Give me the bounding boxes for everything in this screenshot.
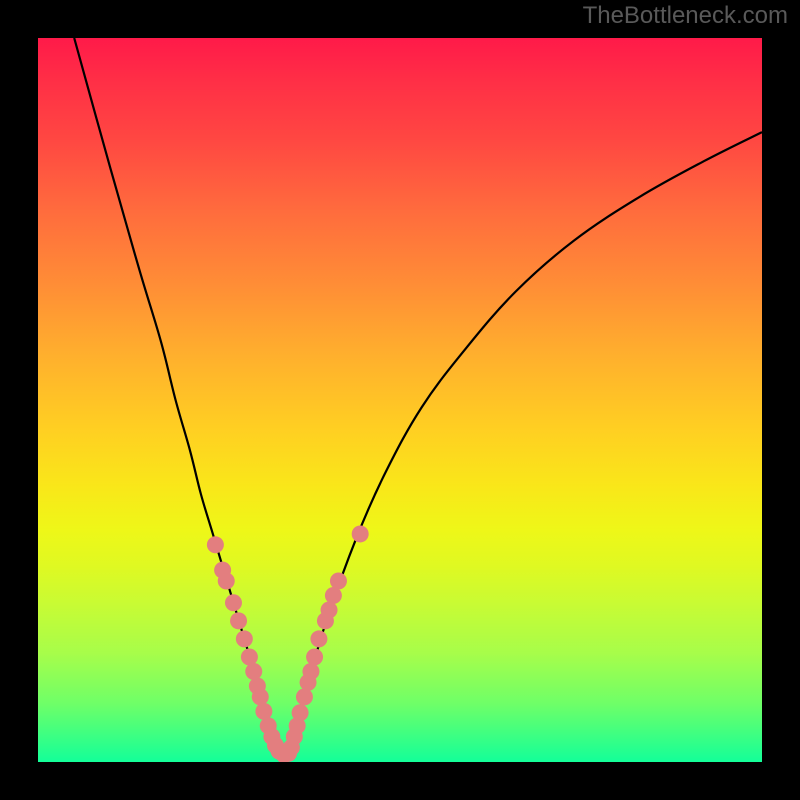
- data-dot: [325, 587, 342, 604]
- data-dot: [255, 703, 272, 720]
- data-dot: [245, 663, 262, 680]
- watermark-text: TheBottleneck.com: [583, 2, 788, 30]
- dots-group: [207, 525, 369, 762]
- data-dot: [306, 649, 323, 666]
- data-dot: [352, 525, 369, 542]
- plot-area: [38, 38, 762, 762]
- data-dot: [236, 630, 253, 647]
- right-curve: [284, 132, 762, 758]
- data-dot: [321, 601, 338, 618]
- data-dot: [252, 688, 269, 705]
- data-dot: [207, 536, 224, 553]
- data-dot: [230, 612, 247, 629]
- data-dot: [218, 573, 235, 590]
- chart-frame: TheBottleneck.com: [0, 0, 800, 800]
- data-dot: [292, 704, 309, 721]
- data-dot: [302, 663, 319, 680]
- data-dot: [241, 649, 258, 666]
- chart-svg: [38, 38, 762, 762]
- data-dot: [310, 630, 327, 647]
- data-dot: [296, 688, 313, 705]
- data-dot: [330, 573, 347, 590]
- data-dot: [225, 594, 242, 611]
